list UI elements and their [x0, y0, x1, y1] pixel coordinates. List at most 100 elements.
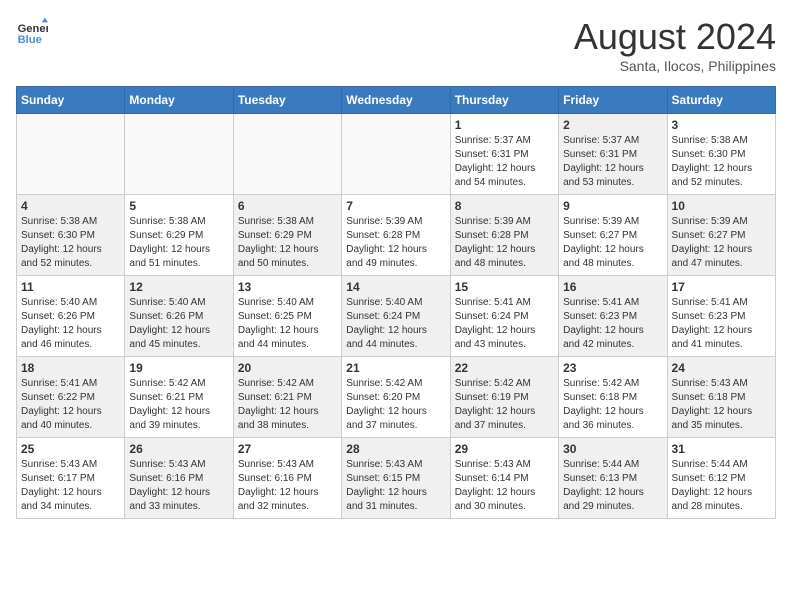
day-number: 23	[563, 361, 662, 375]
calendar-cell: 2Sunrise: 5:37 AM Sunset: 6:31 PM Daylig…	[559, 114, 667, 195]
day-number: 29	[455, 442, 554, 456]
calendar-cell	[233, 114, 341, 195]
day-info: Sunrise: 5:41 AM Sunset: 6:24 PM Dayligh…	[455, 296, 554, 352]
calendar-week-row: 4 Sunrise: 5:38 AM Sunset: 6:30 PM Daylig…	[17, 195, 776, 276]
day-number: 13	[238, 280, 337, 294]
weekday-header-cell: Thursday	[450, 87, 558, 114]
calendar-cell	[125, 114, 233, 195]
calendar-cell: 15 Sunrise: 5:41 AM Sunset: 6:24 PM Dayli…	[450, 276, 558, 357]
day-number: 8	[455, 199, 554, 213]
day-info: Sunrise: 5:38 AM Sunset: 6:30 PM Dayligh…	[21, 215, 120, 271]
calendar-subtitle: Santa, Ilocos, Philippines	[574, 58, 776, 74]
calendar-cell: 6 Sunrise: 5:38 AM Sunset: 6:29 PM Daylig…	[233, 195, 341, 276]
day-info: Sunrise: 5:37 AM Sunset: 6:31 PM Dayligh…	[455, 134, 554, 190]
title-block: August 2024 Santa, Ilocos, Philippines	[574, 16, 776, 74]
day-info: Sunrise: 5:42 AM Sunset: 6:21 PM Dayligh…	[238, 377, 337, 433]
calendar-cell: 25Sunrise: 5:43 AM Sunset: 6:17 PM Dayli…	[17, 438, 125, 519]
day-number: 3	[672, 118, 771, 132]
calendar-cell: 11 Sunrise: 5:40 AM Sunset: 6:26 PM Dayli…	[17, 276, 125, 357]
calendar-cell: 8 Sunrise: 5:39 AM Sunset: 6:28 PM Daylig…	[450, 195, 558, 276]
calendar-cell: 1 Sunrise: 5:37 AM Sunset: 6:31 PM Daylig…	[450, 114, 558, 195]
day-info: Sunrise: 5:40 AM Sunset: 6:26 PM Dayligh…	[129, 296, 228, 352]
calendar-cell: 20 Sunrise: 5:42 AM Sunset: 6:21 PM Dayli…	[233, 357, 341, 438]
calendar-cell: 31Sunrise: 5:44 AM Sunset: 6:12 PM Dayli…	[667, 438, 775, 519]
calendar-week-row: 18Sunrise: 5:41 AM Sunset: 6:22 PM Dayli…	[17, 357, 776, 438]
calendar-cell: 13Sunrise: 5:40 AM Sunset: 6:25 PM Dayli…	[233, 276, 341, 357]
calendar-cell: 5 Sunrise: 5:38 AM Sunset: 6:29 PM Daylig…	[125, 195, 233, 276]
calendar-cell: 30Sunrise: 5:44 AM Sunset: 6:13 PM Dayli…	[559, 438, 667, 519]
calendar-cell: 17 Sunrise: 5:41 AM Sunset: 6:23 PM Dayli…	[667, 276, 775, 357]
weekday-header-cell: Friday	[559, 87, 667, 114]
day-number: 19	[129, 361, 228, 375]
day-number: 26	[129, 442, 228, 456]
day-info: Sunrise: 5:43 AM Sunset: 6:18 PM Dayligh…	[672, 377, 771, 433]
logo: General Blue	[16, 16, 48, 48]
day-number: 28	[346, 442, 445, 456]
day-number: 1	[455, 118, 554, 132]
calendar-week-row: 25Sunrise: 5:43 AM Sunset: 6:17 PM Dayli…	[17, 438, 776, 519]
day-info: Sunrise: 5:41 AM Sunset: 6:23 PM Dayligh…	[563, 296, 662, 352]
calendar-cell: 27 Sunrise: 5:43 AM Sunset: 6:16 PM Dayli…	[233, 438, 341, 519]
calendar-body: 1 Sunrise: 5:37 AM Sunset: 6:31 PM Daylig…	[17, 114, 776, 519]
calendar-cell: 9 Sunrise: 5:39 AM Sunset: 6:27 PM Daylig…	[559, 195, 667, 276]
logo-icon: General Blue	[16, 16, 48, 48]
day-number: 6	[238, 199, 337, 213]
calendar-cell: 18Sunrise: 5:41 AM Sunset: 6:22 PM Dayli…	[17, 357, 125, 438]
calendar-cell: 12 Sunrise: 5:40 AM Sunset: 6:26 PM Dayli…	[125, 276, 233, 357]
day-info: Sunrise: 5:37 AM Sunset: 6:31 PM Dayligh…	[563, 134, 662, 190]
day-info: Sunrise: 5:42 AM Sunset: 6:20 PM Dayligh…	[346, 377, 445, 433]
svg-text:General: General	[18, 23, 48, 35]
weekday-header-cell: Sunday	[17, 87, 125, 114]
calendar-cell: 7 Sunrise: 5:39 AM Sunset: 6:28 PM Daylig…	[342, 195, 450, 276]
day-info: Sunrise: 5:38 AM Sunset: 6:30 PM Dayligh…	[672, 134, 771, 190]
day-info: Sunrise: 5:38 AM Sunset: 6:29 PM Dayligh…	[129, 215, 228, 271]
page-header: General Blue August 2024 Santa, Ilocos, …	[16, 16, 776, 74]
day-info: Sunrise: 5:39 AM Sunset: 6:28 PM Dayligh…	[455, 215, 554, 271]
calendar-week-row: 11 Sunrise: 5:40 AM Sunset: 6:26 PM Dayli…	[17, 276, 776, 357]
day-number: 9	[563, 199, 662, 213]
weekday-header-cell: Wednesday	[342, 87, 450, 114]
day-number: 22	[455, 361, 554, 375]
calendar-cell: 21 Sunrise: 5:42 AM Sunset: 6:20 PM Dayli…	[342, 357, 450, 438]
calendar-title: August 2024	[574, 16, 776, 58]
calendar-cell: 10Sunrise: 5:39 AM Sunset: 6:27 PM Dayli…	[667, 195, 775, 276]
calendar-cell: 22Sunrise: 5:42 AM Sunset: 6:19 PM Dayli…	[450, 357, 558, 438]
day-info: Sunrise: 5:43 AM Sunset: 6:16 PM Dayligh…	[129, 458, 228, 514]
calendar-cell: 3 Sunrise: 5:38 AM Sunset: 6:30 PM Daylig…	[667, 114, 775, 195]
day-info: Sunrise: 5:41 AM Sunset: 6:23 PM Dayligh…	[672, 296, 771, 352]
day-number: 30	[563, 442, 662, 456]
svg-text:Blue: Blue	[18, 34, 42, 46]
day-info: Sunrise: 5:40 AM Sunset: 6:24 PM Dayligh…	[346, 296, 445, 352]
day-number: 16	[563, 280, 662, 294]
day-info: Sunrise: 5:44 AM Sunset: 6:12 PM Dayligh…	[672, 458, 771, 514]
day-number: 12	[129, 280, 228, 294]
day-info: Sunrise: 5:39 AM Sunset: 6:28 PM Dayligh…	[346, 215, 445, 271]
day-info: Sunrise: 5:38 AM Sunset: 6:29 PM Dayligh…	[238, 215, 337, 271]
day-number: 5	[129, 199, 228, 213]
day-number: 7	[346, 199, 445, 213]
weekday-header-cell: Saturday	[667, 87, 775, 114]
calendar-cell: 4 Sunrise: 5:38 AM Sunset: 6:30 PM Daylig…	[17, 195, 125, 276]
calendar-cell: 19 Sunrise: 5:42 AM Sunset: 6:21 PM Dayli…	[125, 357, 233, 438]
day-number: 11	[21, 280, 120, 294]
calendar-cell: 24Sunrise: 5:43 AM Sunset: 6:18 PM Dayli…	[667, 357, 775, 438]
day-number: 15	[455, 280, 554, 294]
day-number: 20	[238, 361, 337, 375]
day-info: Sunrise: 5:39 AM Sunset: 6:27 PM Dayligh…	[672, 215, 771, 271]
weekday-header-cell: Monday	[125, 87, 233, 114]
calendar-cell: 28Sunrise: 5:43 AM Sunset: 6:15 PM Dayli…	[342, 438, 450, 519]
day-number: 17	[672, 280, 771, 294]
day-number: 27	[238, 442, 337, 456]
day-info: Sunrise: 5:40 AM Sunset: 6:26 PM Dayligh…	[21, 296, 120, 352]
calendar-week-row: 1 Sunrise: 5:37 AM Sunset: 6:31 PM Daylig…	[17, 114, 776, 195]
day-info: Sunrise: 5:43 AM Sunset: 6:17 PM Dayligh…	[21, 458, 120, 514]
calendar-cell	[342, 114, 450, 195]
day-number: 21	[346, 361, 445, 375]
day-info: Sunrise: 5:42 AM Sunset: 6:21 PM Dayligh…	[129, 377, 228, 433]
day-info: Sunrise: 5:43 AM Sunset: 6:16 PM Dayligh…	[238, 458, 337, 514]
day-info: Sunrise: 5:43 AM Sunset: 6:14 PM Dayligh…	[455, 458, 554, 514]
day-number: 4	[21, 199, 120, 213]
calendar-cell	[17, 114, 125, 195]
day-info: Sunrise: 5:39 AM Sunset: 6:27 PM Dayligh…	[563, 215, 662, 271]
calendar-cell: 29 Sunrise: 5:43 AM Sunset: 6:14 PM Dayli…	[450, 438, 558, 519]
